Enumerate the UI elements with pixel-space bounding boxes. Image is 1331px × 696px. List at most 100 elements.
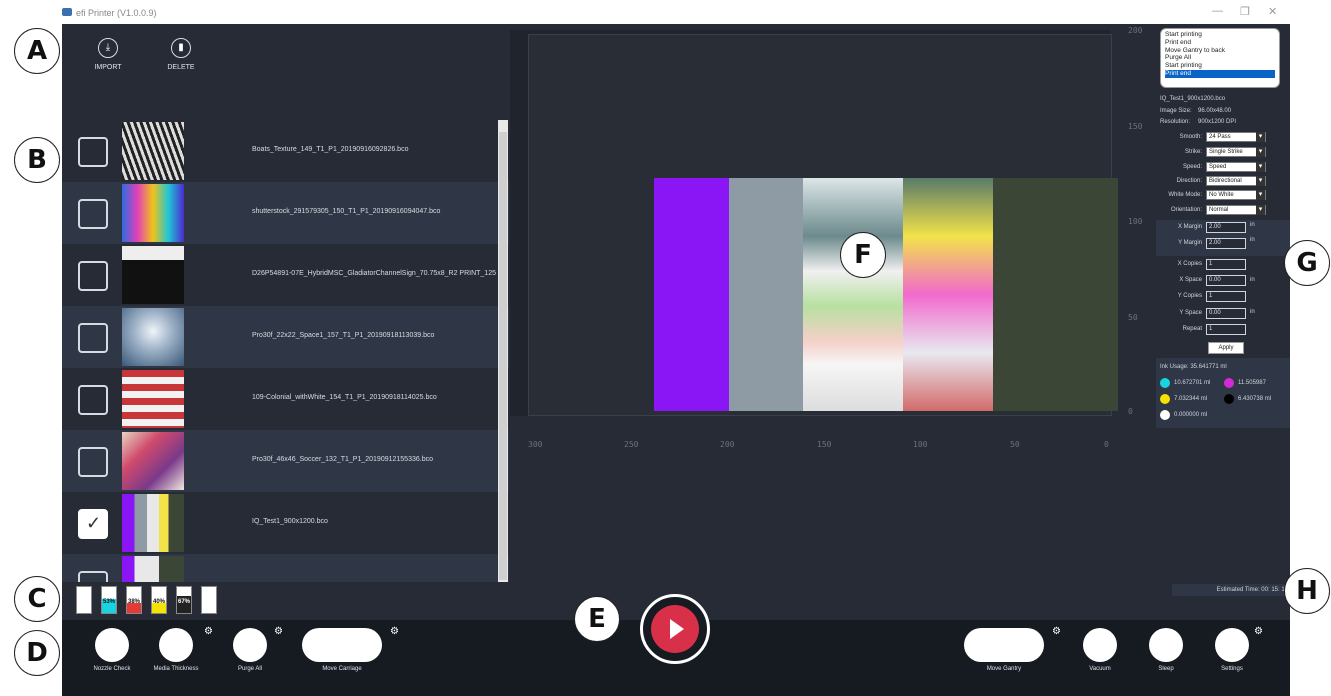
callout-f: F [840, 232, 886, 278]
maximize-icon[interactable]: ❐ [1240, 5, 1250, 18]
vacuum-button[interactable]: Vacuum [1070, 628, 1130, 672]
file-thumbnail [122, 556, 184, 582]
repeat-input[interactable]: 1 [1206, 324, 1246, 335]
image-filename: IQ_Test1_900x1200.bco [1160, 96, 1226, 102]
y-margin-label: Y Margin [1178, 240, 1202, 246]
callout-a: A [14, 28, 60, 74]
x-copies-input[interactable]: 1 [1206, 259, 1246, 270]
nozzle-check-button[interactable]: Nozzle Check [82, 628, 142, 672]
media-thickness-gear-icon[interactable]: ⚙ [204, 626, 213, 637]
file-name: D26P54891-07E_HybridMSC_GladiatorChannel… [252, 270, 496, 277]
file-thumbnail [122, 432, 184, 490]
orientation-select[interactable]: Normal [1206, 205, 1266, 215]
yellow-usage: 7.032344 ml [1174, 396, 1208, 402]
carriage-gear-icon[interactable]: ⚙ [390, 626, 399, 637]
x-tick-label: 100 [913, 440, 928, 449]
move-gantry-button[interactable]: Move Gantry [962, 628, 1046, 672]
file-checkbox[interactable] [78, 385, 108, 415]
file-thumbnail [122, 370, 184, 428]
apply-button[interactable]: Apply [1208, 342, 1244, 354]
white-dot-icon [1160, 410, 1170, 420]
log-entry: Start printing [1165, 62, 1202, 70]
file-thumbnail [122, 494, 184, 552]
carriage-icon [302, 628, 382, 662]
scrollbar-thumb[interactable] [499, 132, 507, 580]
vacuum-label: Vacuum [1089, 666, 1111, 672]
app-window: ⤓ IMPORT ▮ DELETE Boats_Texture_149_T1_P… [62, 24, 1294, 696]
file-name: IQ_Test1_900x1200.bco [252, 518, 328, 525]
settings-gear-icon[interactable]: ⚙ [1254, 626, 1263, 637]
callout-c: C [14, 576, 60, 622]
file-checkbox[interactable] [78, 571, 108, 582]
trash-icon: ▮ [171, 38, 191, 58]
print-bed [528, 34, 1118, 416]
white-mode-select[interactable]: No White [1206, 190, 1266, 200]
file-checkbox[interactable] [78, 199, 108, 229]
magenta-dot-icon [1224, 378, 1234, 388]
list-item[interactable]: 109-Colonial_withWhite_154_T1_P1_2019091… [62, 368, 509, 430]
y-margin-input[interactable]: 2.00 [1206, 238, 1246, 249]
move-gantry-label: Move Gantry [986, 666, 1022, 672]
smooth-select[interactable]: 24 Pass [1206, 132, 1266, 142]
purge-all-button[interactable]: Purge All [220, 628, 280, 672]
file-checkbox[interactable] [78, 137, 108, 167]
purge-gear-icon[interactable]: ⚙ [274, 626, 283, 637]
black-usage: 6.430738 ml [1238, 396, 1272, 402]
start-print-button[interactable] [640, 594, 710, 664]
media-thickness-button[interactable]: Media Thickness [146, 628, 206, 672]
x-tick-label: 0 [1104, 440, 1109, 449]
file-name: Boats_Texture_149_T1_P1_20190916092826.b… [252, 146, 409, 153]
print-preview-canvas[interactable]: 300 250 200 150 100 50 0 [510, 30, 1118, 449]
x-margin-label: X Margin [1177, 224, 1202, 230]
ink-level-gauge [201, 586, 217, 614]
media-thickness-label: Media Thickness [153, 666, 199, 672]
y-space-input[interactable]: 0.00 [1206, 308, 1246, 319]
y-copies-input[interactable]: 1 [1206, 291, 1246, 302]
magenta-usage: 11.505987 [1238, 380, 1266, 386]
sleep-button[interactable]: Sleep [1136, 628, 1196, 672]
delete-button[interactable]: ▮ DELETE [151, 38, 211, 71]
close-icon[interactable]: ✕ [1268, 5, 1277, 18]
settings-button[interactable]: Settings [1202, 628, 1262, 672]
preview-portraits [903, 178, 993, 411]
list-item[interactable]: IQ_Test1_900x1200.bco [62, 492, 509, 554]
file-checkbox[interactable] [78, 447, 108, 477]
strike-select[interactable]: Single Strike [1206, 147, 1266, 157]
x-tick-label: 250 [624, 440, 639, 449]
file-thumbnail [122, 308, 184, 366]
file-list: Boats_Texture_149_T1_P1_20190916092826.b… [62, 120, 509, 582]
x-space-input[interactable]: 0.00 [1206, 275, 1246, 286]
event-log[interactable]: Start printing Print end Move Gantry to … [1160, 28, 1280, 88]
x-tick-label: 200 [720, 440, 735, 449]
log-entry-selected: Print end [1165, 69, 1275, 78]
move-carriage-button[interactable]: Move Carriage [300, 628, 384, 672]
repeat-label: Repeat [1182, 326, 1202, 332]
ink-level-percent: 53% [102, 599, 115, 605]
x-margin-input[interactable]: 2.00 [1206, 222, 1246, 233]
ink-usage-title: Ink Usage: 35.641771 ml [1160, 364, 1227, 370]
list-item[interactable]: shutterstock_291579305_150_T1_P1_2019091… [62, 182, 509, 244]
file-checkbox-checked[interactable] [78, 509, 108, 539]
file-checkbox[interactable] [78, 323, 108, 353]
import-button[interactable]: ⤓ IMPORT [78, 38, 138, 71]
list-item[interactable]: Pro30f_46x46_Soccer_132_T1_P1_2019091215… [62, 430, 509, 492]
list-item[interactable]: Pro30f_22x22_Space1_157_T1_P1_2019091811… [62, 306, 509, 368]
ink-level-gauge: 40% [151, 586, 167, 614]
list-item[interactable] [62, 554, 509, 582]
direction-select[interactable]: Bidirectional [1206, 176, 1266, 186]
list-item[interactable]: D26P54891-07E_HybridMSC_GladiatorChannel… [62, 244, 509, 306]
ink-level-percent: 38% [127, 599, 140, 605]
preview-purple-block [654, 178, 729, 411]
minimize-icon[interactable]: — [1212, 5, 1223, 17]
callout-g: G [1284, 240, 1330, 286]
gantry-gear-icon[interactable]: ⚙ [1052, 626, 1061, 637]
y-space-unit: in [1250, 309, 1255, 315]
y-tick-label: 100 [1128, 217, 1143, 226]
list-item[interactable]: Boats_Texture_149_T1_P1_20190916092826.b… [62, 120, 509, 182]
sleep-icon [1149, 628, 1183, 662]
resolution-label: Resolution: [1160, 119, 1191, 125]
settings-label: Settings [1221, 666, 1243, 672]
file-checkbox[interactable] [78, 261, 108, 291]
title-bar: efi Printer (V1.0.0.9) — ❐ ✕ [0, 0, 1331, 24]
speed-select[interactable]: Speed [1206, 162, 1266, 172]
